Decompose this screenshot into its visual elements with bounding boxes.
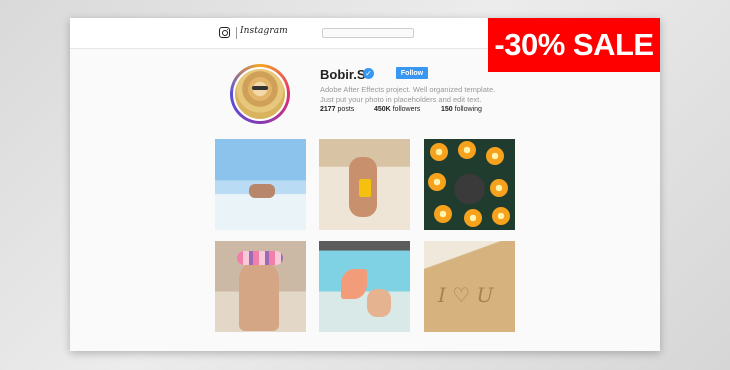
orange-slice bbox=[492, 207, 510, 225]
logo-divider bbox=[236, 27, 237, 39]
search-input[interactable] bbox=[322, 28, 414, 38]
mermaid-tail bbox=[341, 269, 367, 299]
photo-sand-writing[interactable]: I ♡ U bbox=[424, 241, 515, 332]
orange-slice bbox=[458, 141, 476, 159]
avatar-ring[interactable] bbox=[230, 64, 290, 124]
orange-slice bbox=[464, 209, 482, 227]
profile-username: Bobir.S bbox=[320, 67, 366, 82]
photo-girl-with-drink[interactable] bbox=[319, 139, 410, 230]
photo-subject bbox=[367, 289, 391, 317]
orange-slice bbox=[428, 173, 446, 191]
app-wordmark[interactable]: Instagram bbox=[240, 26, 288, 36]
photo-subject bbox=[249, 184, 275, 198]
following-stat[interactable]: 150 following bbox=[441, 106, 482, 113]
flower-crown bbox=[237, 251, 283, 265]
verified-check-icon: ✓ bbox=[363, 68, 374, 79]
bio-line: Adobe After Effects project. Well organi… bbox=[320, 85, 496, 94]
orange-slice bbox=[486, 147, 504, 165]
photo-detail bbox=[359, 179, 371, 197]
orange-slice bbox=[430, 143, 448, 161]
profile-bio: Adobe After Effects project. Well organi… bbox=[320, 85, 520, 105]
photo-flower-crown-girl[interactable] bbox=[215, 241, 306, 332]
instagram-camera-icon[interactable] bbox=[219, 27, 230, 38]
bio-line: Just put your photo in placeholders and … bbox=[320, 95, 482, 104]
posts-stat[interactable]: 2177 posts bbox=[320, 106, 354, 113]
photo-subject bbox=[239, 261, 279, 331]
photo-beach-couple[interactable] bbox=[215, 139, 306, 230]
sand-drawing: I ♡ U bbox=[438, 283, 494, 307]
followers-stat[interactable]: 450K followers bbox=[374, 106, 420, 113]
photo-mermaid-tail[interactable] bbox=[319, 241, 410, 332]
follow-button[interactable]: Follow bbox=[396, 67, 428, 79]
orange-slice bbox=[490, 179, 508, 197]
orange-slice bbox=[434, 205, 452, 223]
avatar bbox=[233, 67, 287, 121]
photo-oranges-water[interactable] bbox=[424, 139, 515, 230]
sale-banner: -30% SALE bbox=[488, 18, 660, 72]
